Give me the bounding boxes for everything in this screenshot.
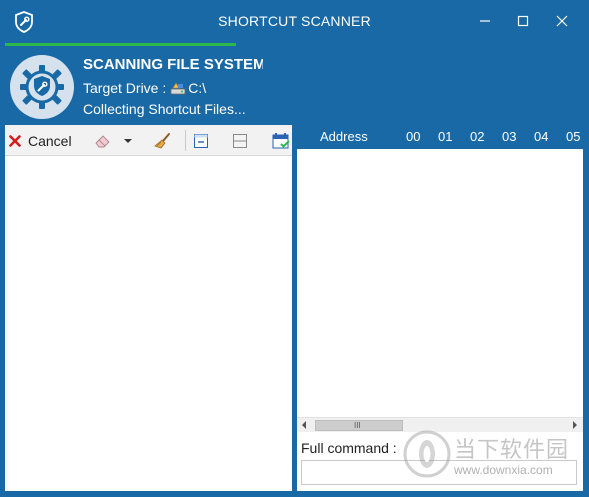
watermark-url: www.downxia.com: [454, 463, 553, 477]
cancel-label: Cancel: [28, 132, 72, 149]
toolbar-separator: [185, 130, 186, 151]
shortcut-file-list[interactable]: [5, 157, 292, 491]
close-icon: [556, 15, 568, 27]
erase-dropdown-button[interactable]: [123, 128, 133, 153]
broom-icon: [154, 132, 170, 148]
hex-column-header: 00: [406, 129, 421, 144]
arrow-left-icon: [302, 421, 306, 429]
hex-column-header: 02: [470, 129, 485, 144]
scan-progress-bar: [5, 43, 236, 46]
target-drive-line: Target Drive : C:\: [83, 80, 206, 96]
target-drive-value: C:\: [188, 80, 207, 96]
window-title: SHORTCUT SCANNER: [218, 13, 371, 29]
hex-column-header: 04: [534, 129, 549, 144]
calendar-check-button[interactable]: [271, 128, 292, 153]
minimize-icon: [480, 20, 490, 22]
drive-icon: [170, 81, 186, 95]
target-drive-label: Target Drive :: [83, 80, 167, 96]
scroll-left-button[interactable]: [299, 420, 309, 430]
calendar-check-icon: [272, 132, 290, 148]
minimize-button[interactable]: [471, 8, 499, 34]
shortcut-list-panel: Cancel: [5, 125, 292, 491]
cancel-button[interactable]: Cancel: [9, 128, 72, 153]
watermark-brand: 当下软件园: [454, 438, 570, 463]
eraser-icon: [95, 134, 110, 147]
close-button[interactable]: [548, 8, 576, 34]
full-command-label: Full command :: [301, 440, 397, 456]
split-view-icon: [233, 133, 247, 148]
watermark: 当下软件园 www.downxia.com: [403, 430, 583, 482]
split-view-button[interactable]: [232, 128, 248, 153]
gear-shield-icon: [9, 54, 75, 120]
hex-header: Address 00 01 02 03 04 05: [297, 125, 589, 148]
hex-column-header: 05: [566, 129, 581, 144]
x-icon: [9, 134, 21, 147]
watermark-logo-icon: [403, 430, 451, 478]
maximize-icon: [517, 15, 529, 27]
maximize-button[interactable]: [509, 8, 537, 34]
status-detail: Collecting Shortcut Files...: [83, 101, 246, 117]
arrow-right-icon: [573, 421, 577, 429]
scroll-right-button[interactable]: [570, 420, 580, 430]
app-window: SHORTCUT SCANNER SCANNING FILE SYSTEM Ta…: [0, 0, 589, 497]
panel-view-icon: [194, 133, 208, 148]
panel-view-button[interactable]: [193, 128, 209, 153]
scroll-grip: III: [354, 421, 361, 430]
erase-button[interactable]: [93, 128, 113, 153]
caret-down-icon: [124, 138, 132, 143]
hex-view[interactable]: [297, 149, 583, 417]
hex-column-header: 01: [438, 129, 453, 144]
clean-button[interactable]: [153, 128, 173, 153]
toolbar: Cancel: [5, 125, 292, 156]
title-bar: SHORTCUT SCANNER: [0, 0, 589, 42]
address-column-header: Address: [320, 129, 368, 144]
scroll-thumb[interactable]: III: [315, 420, 403, 431]
hex-column-header: 03: [502, 129, 517, 144]
status-title: SCANNING FILE SYSTEM: [83, 56, 263, 73]
